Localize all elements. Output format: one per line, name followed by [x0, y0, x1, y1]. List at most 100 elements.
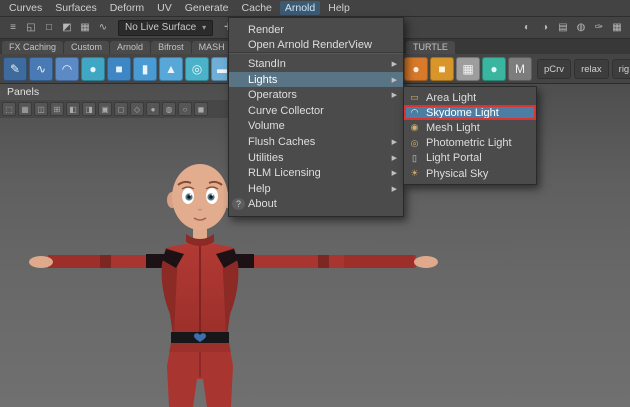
camera-select-icon[interactable]: ⬚ — [2, 102, 16, 116]
arnold-menu-item-rlm-licensing[interactable]: RLM Licensing ▶ — [229, 165, 403, 181]
live-surface-label: No Live Surface — [125, 22, 196, 33]
render-view-icon[interactable]: ◐ — [518, 19, 536, 36]
film-gate-icon[interactable]: ◫ — [34, 102, 48, 116]
menubar-item-uv[interactable]: UV — [152, 1, 177, 15]
menubar-item-surfaces[interactable]: Surfaces — [50, 1, 101, 15]
arnold-menu-item-operators[interactable]: Operators ▶ — [229, 87, 403, 103]
character-belt-legs — [167, 332, 233, 407]
arnold-menu-item-standin[interactable]: StandIn ▶ — [229, 56, 403, 72]
submenu-arrow-icon: ▶ — [392, 154, 397, 162]
lights-menu-item-physical-sky[interactable]: ☀ Physical Sky — [404, 166, 536, 181]
chevron-down-icon: ▾ — [202, 23, 206, 32]
field-chart-icon[interactable]: ◨ — [82, 102, 96, 116]
light-type-icon: ◎ — [408, 138, 421, 149]
arnold-menu-dropdown: Render ▶ Open Arnold RenderView ▶ StandI… — [228, 17, 404, 217]
shelf-button-relax[interactable]: relax — [574, 59, 609, 79]
arnold-menu-item-flush-caches[interactable]: Flush Caches ▶ — [229, 134, 403, 150]
paint-effects-icon[interactable]: ✑ — [590, 19, 608, 36]
shelf-tab-mash[interactable]: MASH — [192, 41, 232, 54]
shelf-button-pcrv[interactable]: pCrv — [537, 59, 571, 79]
menu-item-icon — [232, 24, 245, 36]
submenu-arrow-icon: ▶ — [392, 60, 397, 68]
sphere-icon[interactable]: ● — [81, 57, 105, 81]
shelf-tab-custom[interactable]: Custom — [64, 41, 109, 54]
menu-item-icon — [232, 89, 245, 101]
menubar-item-arnold[interactable]: Arnold — [280, 1, 320, 15]
shadows-toggle-icon[interactable]: ◼ — [194, 102, 208, 116]
shelf-button-rig[interactable]: rig — [612, 59, 630, 79]
live-surface-dropdown[interactable]: No Live Surface ▾ — [118, 20, 213, 36]
menu-item-icon — [232, 58, 245, 70]
snap-to-curve-icon[interactable]: ∿ — [94, 19, 112, 36]
wireframe-icon[interactable]: ◇ — [130, 102, 144, 116]
ep-curve-icon[interactable]: ∿ — [29, 57, 53, 81]
arnold-menu-item-utilities[interactable]: Utilities ▶ — [229, 150, 403, 166]
safe-title-icon[interactable]: ◻ — [114, 102, 128, 116]
ipr-render-icon[interactable]: ◑ — [536, 19, 554, 36]
snap-to-grid-icon[interactable]: ▦ — [76, 19, 94, 36]
shelf-right-icons: ●■▦●M — [404, 57, 532, 81]
select-by-component-icon[interactable]: ◩ — [58, 19, 76, 36]
menubar-item-deform[interactable]: Deform — [105, 1, 149, 15]
arnold-menu-item-lights[interactable]: Lights ▶ — [229, 72, 403, 88]
curve-pencil-icon[interactable]: ✎ — [3, 57, 27, 81]
sidebar-toggle-icon[interactable]: ≡ — [4, 19, 22, 36]
textured-icon[interactable]: ◍ — [162, 102, 176, 116]
shelf-tab-turtle[interactable]: TURTLE — [406, 41, 455, 54]
cone-icon[interactable]: ▲ — [159, 57, 183, 81]
light-type-icon: ☀ — [408, 168, 421, 179]
shelf-left-icons: ✎∿◠●■▮▲◎▬◆T◐⊕≋◫✂ — [3, 57, 227, 81]
lights-menu-item-area-light[interactable]: ▭ Area Light — [404, 90, 536, 105]
shelf-tab-bifrost[interactable]: Bifrost — [151, 41, 191, 54]
shelf-tab-arnold[interactable]: Arnold — [110, 41, 150, 54]
grid-white-icon[interactable]: ▦ — [456, 57, 480, 81]
submenu-arrow-icon: ▶ — [392, 91, 397, 99]
arnold-menu-item-volume[interactable]: Volume ▶ — [229, 119, 403, 135]
menubar-item-curves[interactable]: Curves — [4, 1, 47, 15]
sphere-orange-icon[interactable]: ● — [404, 57, 428, 81]
cube-orange-icon[interactable]: ■ — [430, 57, 454, 81]
plane-icon[interactable]: ▬ — [211, 57, 227, 81]
select-by-object-icon[interactable]: □ — [40, 19, 58, 36]
arnold-menu-item-about[interactable]: ? About ▶ — [229, 197, 403, 213]
arnold-menu-item-render[interactable]: Render ▶ — [229, 22, 403, 38]
main-menubar: CurvesSurfaces DeformUVGenerateCacheArnol… — [0, 0, 630, 17]
panel-menu-panels[interactable]: Panels — [7, 86, 39, 98]
menu-item-icon — [232, 167, 245, 179]
safe-action-icon[interactable]: ▣ — [98, 102, 112, 116]
menu-item-label: RLM Licensing — [248, 167, 388, 179]
submenu-arrow-icon: ▶ — [392, 76, 397, 84]
menubar-item-cache[interactable]: Cache — [237, 1, 277, 15]
lights-menu-item-light-portal[interactable]: ▯ Light Portal — [404, 151, 536, 166]
arnold-menu-item-open-renderview[interactable]: Open Arnold RenderView ▶ — [229, 38, 403, 54]
menubar-item-generate[interactable]: Generate — [180, 1, 234, 15]
layout-grid-icon[interactable]: ▦ — [608, 19, 626, 36]
cylinder-icon[interactable]: ▮ — [133, 57, 157, 81]
arnold-menu-item-help[interactable]: Help ▶ — [229, 181, 403, 197]
lights-menu-item-mesh-light[interactable]: ◉ Mesh Light — [404, 120, 536, 135]
select-by-hierarchy-icon[interactable]: ◱ — [22, 19, 40, 36]
lights-menu-item-skydome-light[interactable]: ◠ Skydome Light — [404, 105, 536, 120]
resolution-gate-icon[interactable]: ⊞ — [50, 102, 64, 116]
cube-icon[interactable]: ■ — [107, 57, 131, 81]
submenu-arrow-icon: ▶ — [392, 169, 397, 177]
arnold-menu-item-curve-collector[interactable]: Curve Collector ▶ — [229, 103, 403, 119]
menu-item-label: Light Portal — [426, 152, 530, 164]
menubar-item-help[interactable]: Help — [323, 1, 355, 15]
hypershade-icon[interactable]: ◍ — [572, 19, 590, 36]
torus-icon[interactable]: ◎ — [185, 57, 209, 81]
lights-menu-item-photometric-light[interactable]: ◎ Photometric Light — [404, 136, 536, 151]
lights-toggle-icon[interactable]: ○ — [178, 102, 192, 116]
shelf-tab-fx-caching[interactable]: FX Caching — [2, 41, 63, 54]
gate-mask-icon[interactable]: ◧ — [66, 102, 80, 116]
menu-item-label: Utilities — [248, 152, 388, 164]
grid-toggle-icon[interactable]: ▦ — [18, 102, 32, 116]
sphere-teal-icon[interactable]: ● — [482, 57, 506, 81]
menu-item-label: Curve Collector — [248, 105, 388, 117]
render-settings-icon[interactable]: ▤ — [554, 19, 572, 36]
arc-tool-icon[interactable]: ◠ — [55, 57, 79, 81]
maya-m-icon[interactable]: M — [508, 57, 532, 81]
character-head — [167, 164, 233, 230]
menu-item-label: StandIn — [248, 58, 388, 70]
shaded-icon[interactable]: ● — [146, 102, 160, 116]
